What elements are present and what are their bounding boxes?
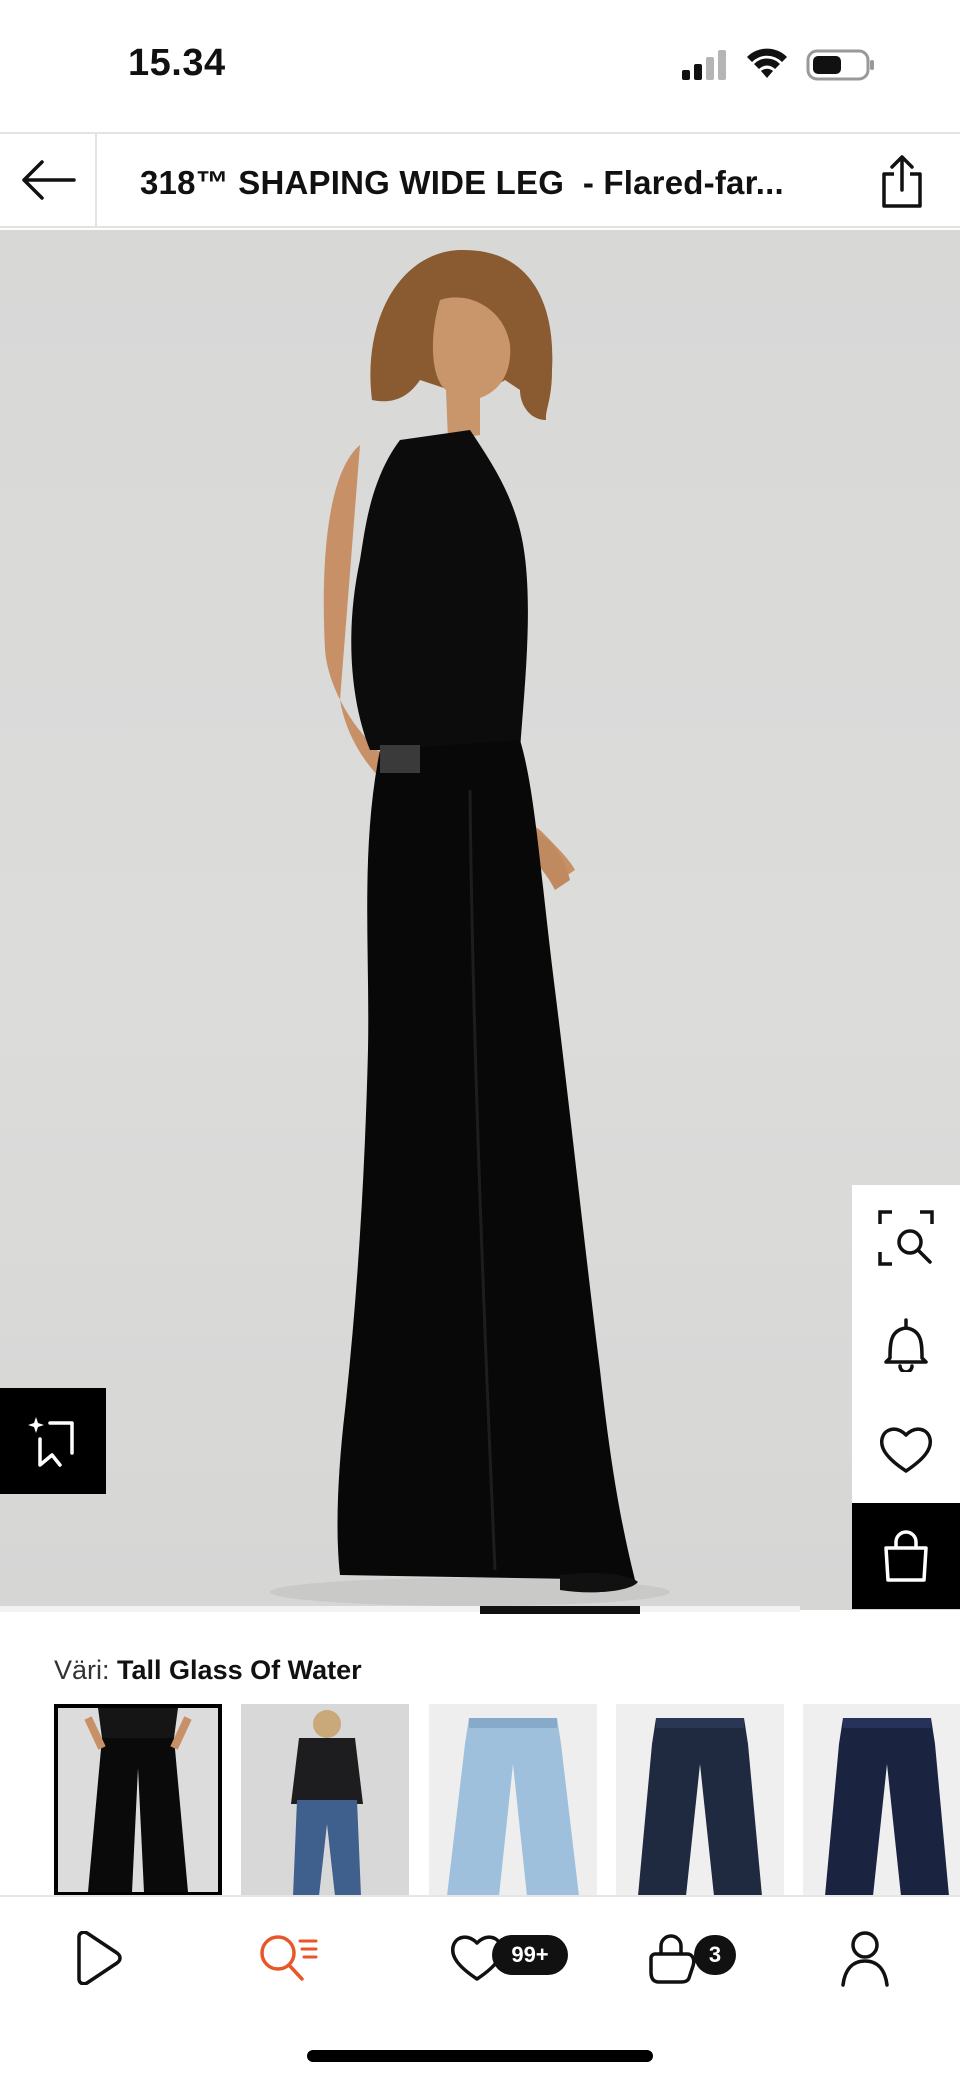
status-time: 15.34 [128,42,226,84]
page-title: 318™ SHAPING WIDE LEG - Flared-far... [140,164,784,201]
product-image-carousel[interactable] [0,230,960,1610]
ai-sparkle-icon [28,1417,74,1467]
favorites-count-badge: 99+ [492,1935,568,1975]
ai-assistant-button[interactable] [0,1388,106,1494]
product-header: 318™ SHAPING WIDE LEG - Flared-far... [0,132,960,228]
tab-profile[interactable] [820,1921,910,1995]
product-photo [270,249,670,1606]
search-list-icon [260,1935,318,1981]
shopping-bag-icon [884,1530,928,1582]
tab-home[interactable] [52,1921,142,1995]
color-swatch-list [54,1704,960,1896]
color-name: Tall Glass Of Water [117,1655,362,1685]
home-indicator [307,2050,653,2062]
status-bar: 15.34 [0,0,960,132]
tab-search[interactable] [242,1921,332,1995]
color-swatch-dark-indigo[interactable] [616,1704,784,1896]
arrow-left-icon [21,160,76,200]
swatch-thumbnail [58,1708,218,1892]
color-swatch-black[interactable] [54,1704,222,1896]
bell-icon [884,1318,928,1372]
share-button[interactable] [870,150,934,214]
price-alert-button[interactable] [852,1291,960,1397]
cellular-signal-icon [682,50,726,80]
swatch-thumbnail [429,1704,597,1896]
visual-search-icon [878,1210,934,1266]
swatch-thumbnail [803,1704,960,1896]
cart-count-badge: 3 [694,1935,736,1975]
shopping-bag-icon [649,1934,696,1984]
battery-icon [806,49,874,81]
swatch-thumbnail [241,1704,409,1896]
carousel-progress-thumb [480,1606,640,1614]
favorite-button[interactable] [852,1397,960,1503]
back-button[interactable] [0,134,97,226]
add-to-cart-button[interactable] [852,1503,960,1609]
heart-icon [879,1427,933,1473]
color-prefix: Väri: [54,1655,110,1685]
wifi-icon [747,48,787,78]
swatch-thumbnail [616,1704,784,1896]
play-logo-icon [77,1931,122,1985]
share-icon [882,155,922,208]
color-label: Väri: Tall Glass Of Water [54,1655,362,1686]
visual-search-button[interactable] [852,1185,960,1291]
color-swatch-navy[interactable] [803,1704,960,1896]
color-swatch-mid-blue[interactable] [241,1704,409,1896]
product-action-stack [852,1185,960,1609]
carousel-progress-track [0,1606,800,1612]
user-icon [841,1931,889,1987]
color-swatch-light-blue[interactable] [429,1704,597,1896]
